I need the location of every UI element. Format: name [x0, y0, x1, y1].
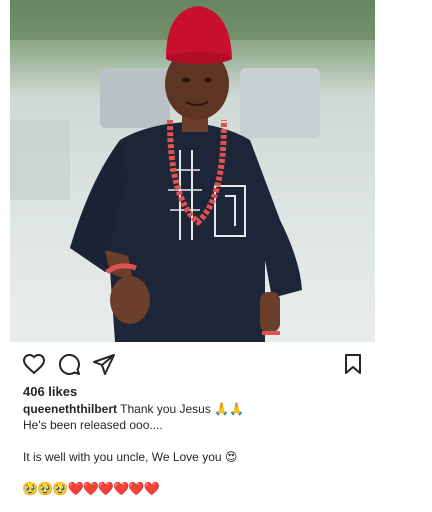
- post-timestamp: ...: [6, 506, 14, 512]
- bookmark-icon[interactable]: [341, 352, 365, 376]
- caption-username[interactable]: queeneththilbert: [23, 402, 117, 416]
- likes-count[interactable]: 406 likes: [23, 384, 77, 399]
- post-caption: queeneththilbert Thank you Jesus 🙏🙏 He's…: [23, 401, 403, 465]
- caption-line-2: He's been released ooo....: [23, 418, 163, 432]
- post-action-bar: [0, 348, 432, 378]
- caption-line-3: It is well with you uncle, We Love you 😍: [23, 450, 238, 464]
- send-icon[interactable]: [92, 352, 116, 376]
- post-photo[interactable]: [10, 0, 375, 342]
- comment-icon[interactable]: [57, 352, 81, 376]
- caption-text: Thank you Jesus 🙏🙏: [120, 402, 245, 416]
- heart-icon[interactable]: [22, 352, 46, 376]
- caption-emoji-line: 🥹🥹🥹❤️❤️❤️❤️❤️❤️: [22, 482, 160, 497]
- photo-illustration: [10, 0, 375, 342]
